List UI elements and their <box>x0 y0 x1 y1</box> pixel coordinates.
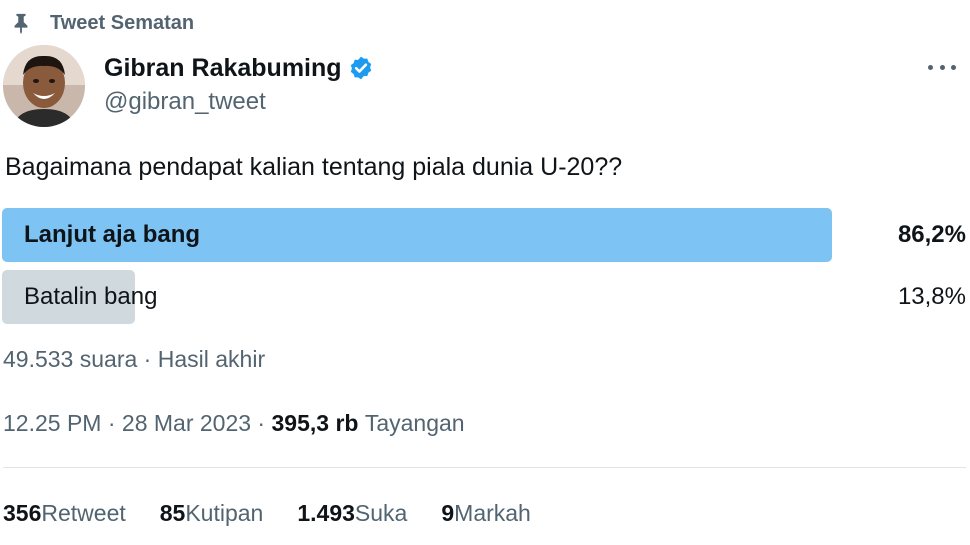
tweet-date[interactable]: 28 Mar 2023 <box>122 410 251 437</box>
stat-count: 85 <box>159 500 186 526</box>
separator: · <box>137 346 158 372</box>
verified-badge-icon[interactable] <box>348 55 374 81</box>
poll-option-percent: 86,2% <box>897 221 966 248</box>
stat-label: Retweet <box>41 500 126 526</box>
tweet-time[interactable]: 12.25 PM <box>3 410 101 437</box>
stat-count: 356 <box>3 500 42 526</box>
stat-label: Suka <box>354 500 408 526</box>
stat-label: Markah <box>454 500 531 526</box>
views-count: 395,3 rb <box>271 410 359 436</box>
author-handle[interactable]: @gibran_tweet <box>104 88 374 116</box>
poll-option-percent: 13,8% <box>897 283 966 310</box>
separator: · <box>251 410 272 436</box>
views-label: Tayangan <box>364 410 465 436</box>
separator: · <box>101 410 122 436</box>
poll-status: Hasil akhir <box>157 346 266 372</box>
poll-option-label: Lanjut aja bang <box>24 221 201 248</box>
author-name[interactable]: Gibran Rakabuming <box>104 54 342 83</box>
pinned-header: Tweet Sematan <box>6 8 194 38</box>
avatar[interactable] <box>3 45 85 127</box>
poll-votes: 49.533 suara <box>3 346 138 372</box>
tweet-meta: 12.25 PM · 28 Mar 2023 · 395,3 rb Tayang… <box>3 410 465 437</box>
quote-stat[interactable]: 85 Kutipan <box>160 500 264 527</box>
stat-count: 9 <box>441 500 455 526</box>
tweet-text: Bagaimana pendapat kalian tentang piala … <box>5 153 623 181</box>
poll-summary: 49.533 suara · Hasil akhir <box>3 346 265 373</box>
bookmark-stat[interactable]: 9 Markah <box>441 500 531 527</box>
pin-icon <box>6 8 36 38</box>
pinned-label: Tweet Sematan <box>50 11 195 34</box>
retweet-stat[interactable]: 356 Retweet <box>3 500 126 527</box>
author-block: Gibran Rakabuming @gibran_tweet <box>104 50 374 116</box>
poll-option-2: Batalin bang 13,8% <box>2 270 968 324</box>
poll-option-1: Lanjut aja bang 86,2% <box>2 208 968 262</box>
like-stat[interactable]: 1.493 Suka <box>297 500 407 527</box>
more-options-icon[interactable] <box>924 52 960 82</box>
stat-count: 1.493 <box>297 500 355 526</box>
poll-option-label: Batalin bang <box>24 283 158 310</box>
stat-label: Kutipan <box>185 500 264 526</box>
engagement-stats: 356 Retweet 85 Kutipan 1.493 Suka 9 Mark… <box>3 500 565 527</box>
divider <box>3 467 966 468</box>
